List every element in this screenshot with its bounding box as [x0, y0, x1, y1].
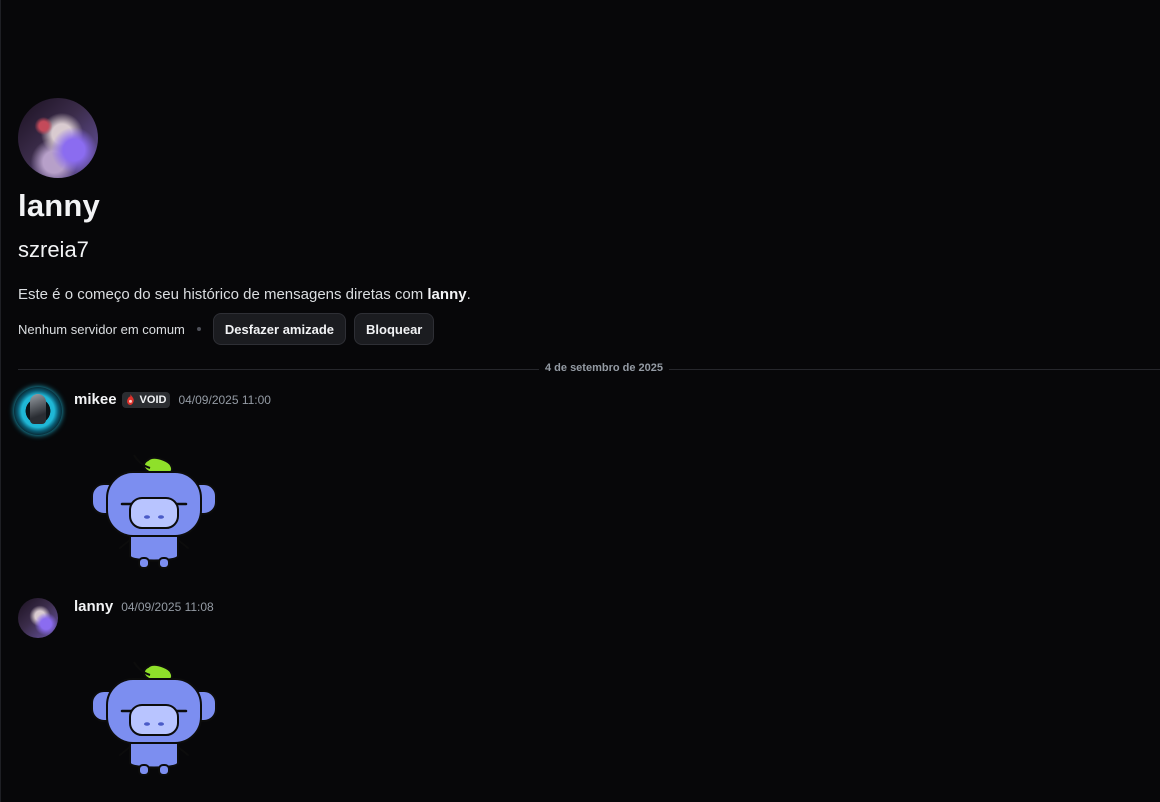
- profile-username: szreia7: [18, 237, 89, 262]
- message-timestamp[interactable]: 04/09/2025 11:00: [178, 393, 271, 407]
- message-author[interactable]: mikee: [74, 391, 117, 408]
- message-header: lanny 04/09/2025 11:08: [74, 598, 214, 615]
- intro-prefix: Este é o começo do seu histórico de mens…: [18, 286, 428, 303]
- date-divider-label: 4 de setembro de 2025: [539, 362, 670, 374]
- message-timestamp[interactable]: 04/09/2025 11:08: [121, 600, 214, 614]
- profile-avatar[interactable]: [18, 98, 98, 178]
- guild-tag[interactable]: VOID: [121, 391, 171, 408]
- avatar-figure: [30, 394, 46, 424]
- profile-display-name: lanny: [18, 188, 100, 223]
- intro-name: lanny: [427, 286, 467, 303]
- message-header: mikee VOID 04/09/2025 11:00: [74, 391, 271, 408]
- unfriend-button[interactable]: Desfazer amizade: [212, 313, 347, 345]
- wumpus-sticker[interactable]: [90, 452, 218, 572]
- dot-separator: [196, 327, 201, 331]
- dm-intro-text: Este é o começo do seu histórico de mens…: [18, 286, 471, 303]
- message-author[interactable]: lanny: [74, 598, 113, 615]
- mutual-servers-text: Nenhum servidor em comum: [18, 321, 185, 337]
- flame-icon: [125, 394, 137, 406]
- block-button[interactable]: Bloquear: [354, 313, 435, 345]
- wumpus-sticker[interactable]: [90, 659, 218, 779]
- guild-tag-label: VOID: [139, 393, 167, 406]
- profile-actions: Nenhum servidor em comum Desfazer amizad…: [18, 313, 442, 345]
- intro-suffix: .: [466, 286, 471, 303]
- left-border: [0, 0, 1, 802]
- avatar[interactable]: [18, 598, 58, 638]
